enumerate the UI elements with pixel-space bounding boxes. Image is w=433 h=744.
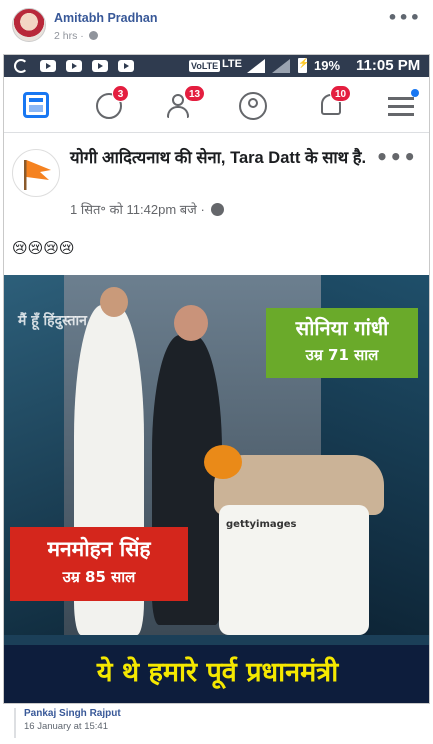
facebook-nav-bar: 3 13 10 xyxy=(4,77,429,133)
globe-icon xyxy=(88,31,98,40)
sonia-name: सोनिया गांधी xyxy=(295,316,389,340)
friends-icon xyxy=(172,94,184,106)
friends-tab[interactable]: 13 xyxy=(164,85,206,123)
manmohan-age: उम्र 85 साल xyxy=(62,568,136,586)
profile-tab[interactable] xyxy=(236,89,270,123)
menu-notification-dot xyxy=(411,89,419,97)
shared-screenshot[interactable]: VoLTE LTE 19% 11:05 PM 3 13 10 xyxy=(3,54,430,704)
author-name[interactable]: Amitabh Pradhan xyxy=(54,11,158,25)
menu-icon-bar xyxy=(388,105,414,108)
signal-icon xyxy=(272,59,290,73)
attribution-name[interactable]: Pankaj Singh Rajput xyxy=(24,708,424,719)
saffron-flag-icon xyxy=(24,160,51,190)
photo-turban xyxy=(204,445,242,479)
volte-indicator: VoLTE xyxy=(189,60,221,72)
post-text: 😢😢😢😢 xyxy=(12,239,75,257)
channel-watermark: मैं हूँ हिंदुस्तान xyxy=(18,313,87,329)
friends-icon-body xyxy=(167,106,189,118)
signal-icon xyxy=(247,59,265,73)
notifications-badge: 10 xyxy=(330,85,352,102)
notifications-tab[interactable]: 10 xyxy=(314,85,352,123)
inner-post: योगी आदित्यनाथ की सेना, Tara Datt के साथ… xyxy=(4,135,429,703)
youtube-icon xyxy=(40,60,56,72)
profile-icon-head xyxy=(248,98,258,108)
newsfeed-icon xyxy=(23,92,49,118)
post-time[interactable]: 2 hrs · xyxy=(54,30,98,42)
getty-watermark: gettyimages xyxy=(226,519,297,530)
youtube-icon xyxy=(66,60,82,72)
inner-post-options-button[interactable]: ••• xyxy=(376,145,417,169)
page-avatar[interactable] xyxy=(12,149,60,197)
battery-icon xyxy=(298,58,309,73)
youtube-icon xyxy=(118,60,134,72)
manmohan-label: मनमोहन सिंह उम्र 85 साल xyxy=(10,527,188,601)
battery-percent: 19% xyxy=(314,58,341,73)
photo-caption-banner: ये थे हमारे पूर्व प्रधानमंत्री xyxy=(4,645,429,703)
inner-post-time[interactable]: 1 सित॰ को 11:42pm बजे · xyxy=(70,200,225,218)
lte-indicator: LTE xyxy=(222,58,242,70)
android-status-bar: VoLTE LTE 19% 11:05 PM xyxy=(4,55,429,77)
attribution-date: 16 January at 15:41 xyxy=(24,721,108,732)
newsfeed-tab[interactable] xyxy=(20,89,54,123)
globe-icon xyxy=(211,203,225,216)
manmohan-name: मनमोहन सिंह xyxy=(47,537,151,561)
inner-post-time-text[interactable]: 1 सित॰ को 11:42pm बजे · xyxy=(70,202,205,217)
outer-post-header: Amitabh Pradhan 2 hrs · ••• xyxy=(0,0,433,50)
youtube-icon xyxy=(92,60,108,72)
groups-badge: 3 xyxy=(112,85,129,102)
friends-badge: 13 xyxy=(184,85,206,102)
photo-person-head xyxy=(174,305,208,341)
photo-person-head xyxy=(100,287,128,317)
sonia-label: सोनिया गांधी उम्र 71 साल xyxy=(266,308,418,378)
post-photo[interactable]: मैं हूँ हिंदुस्तान gettyimages सोनिया गा… xyxy=(4,275,429,703)
post-time-text[interactable]: 2 hrs xyxy=(54,30,77,42)
page-name[interactable]: योगी आदित्यनाथ की सेना, Tara Datt के साथ… xyxy=(70,147,380,170)
groups-tab[interactable]: 3 xyxy=(92,85,129,123)
menu-icon xyxy=(388,97,414,100)
post-options-button[interactable]: ••• xyxy=(387,8,421,27)
sync-icon xyxy=(14,59,28,73)
menu-icon-bar xyxy=(388,113,414,116)
author-avatar[interactable] xyxy=(12,8,46,42)
clock: 11:05 PM xyxy=(356,57,421,74)
attribution: Pankaj Singh Rajput 16 January at 15:41 xyxy=(14,708,424,738)
menu-tab[interactable] xyxy=(384,89,419,123)
sonia-age: उम्र 71 साल xyxy=(305,346,379,364)
